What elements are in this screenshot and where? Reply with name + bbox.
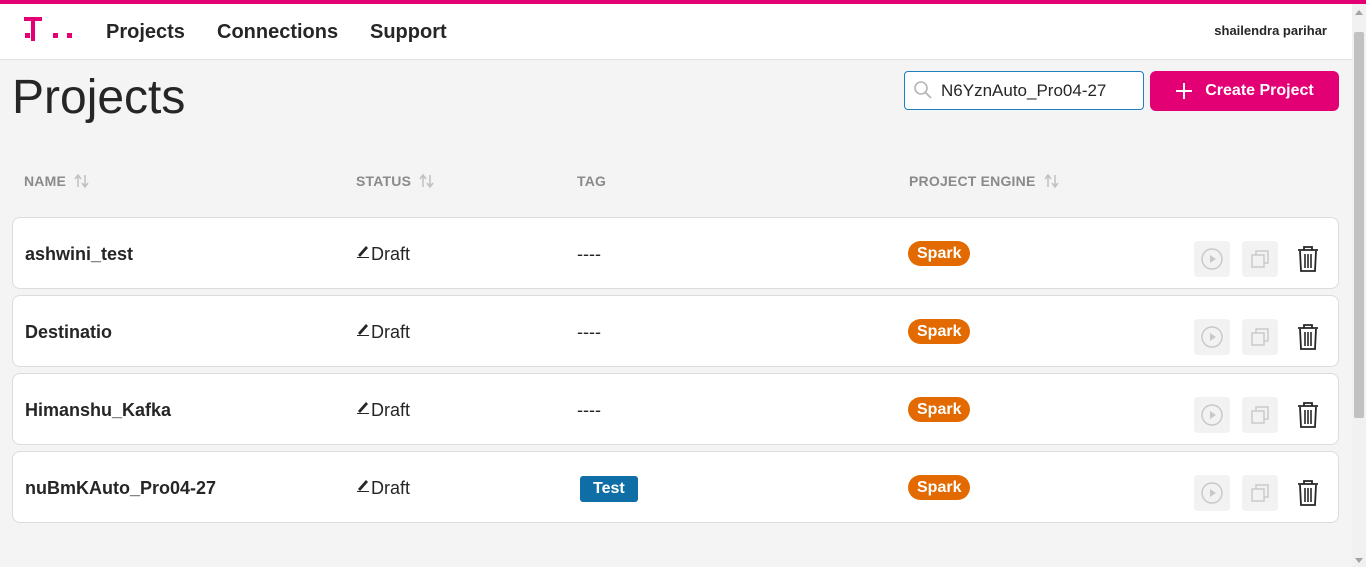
sort-icon[interactable]	[419, 174, 435, 188]
engine-badge: Spark	[908, 241, 971, 266]
scroll-down-arrow[interactable]	[1355, 558, 1363, 563]
search-icon	[914, 81, 932, 99]
copy-icon	[1251, 250, 1269, 268]
page-title: Projects	[12, 71, 186, 124]
pencil-icon	[357, 480, 369, 492]
project-row[interactable]: Himanshu_Kafka Draft ---- Spark	[12, 373, 1339, 445]
column-header-tag: TAG	[577, 173, 607, 189]
project-status: Draft	[356, 478, 410, 499]
column-header-project-engine[interactable]: PROJECT ENGINE	[909, 173, 1060, 189]
trash-icon[interactable]	[1296, 245, 1320, 273]
project-name[interactable]: Destinatio	[25, 322, 112, 343]
play-icon	[1201, 404, 1223, 426]
copy-icon	[1251, 484, 1269, 502]
project-row[interactable]: Destinatio Draft ---- Spark	[12, 295, 1339, 367]
project-row[interactable]: ashwini_test Draft ---- Spark	[12, 217, 1339, 289]
copy-button[interactable]	[1242, 319, 1278, 355]
user-name[interactable]: shailendra parihar	[1214, 23, 1327, 38]
engine-badge: Spark	[908, 397, 971, 422]
copy-button[interactable]	[1242, 241, 1278, 277]
copy-icon	[1251, 328, 1269, 346]
trash-icon[interactable]	[1296, 401, 1320, 429]
play-icon	[1201, 248, 1223, 270]
pencil-icon	[357, 402, 369, 414]
pencil-icon	[357, 246, 369, 258]
telekom-logo[interactable]	[22, 16, 76, 46]
trash-icon[interactable]	[1296, 323, 1320, 351]
vertical-scrollbar[interactable]	[1352, 4, 1366, 567]
play-icon	[1201, 482, 1223, 504]
search-input[interactable]	[941, 72, 1139, 109]
project-status: Draft	[356, 244, 410, 265]
pencil-icon	[357, 324, 369, 336]
column-header-name[interactable]: NAME	[24, 173, 90, 189]
project-name[interactable]: ashwini_test	[25, 244, 133, 265]
run-button[interactable]	[1194, 397, 1230, 433]
trash-icon[interactable]	[1296, 479, 1320, 507]
sort-icon[interactable]	[74, 174, 90, 188]
project-status: Draft	[356, 400, 410, 421]
create-project-button[interactable]: Create Project	[1150, 71, 1339, 111]
scroll-thumb[interactable]	[1354, 32, 1364, 418]
play-icon	[1201, 326, 1223, 348]
tag-badge: Test	[580, 476, 638, 502]
run-button[interactable]	[1194, 241, 1230, 277]
nav-projects[interactable]: Projects	[106, 21, 185, 44]
project-tag: ----	[577, 400, 601, 420]
create-project-label: Create Project	[1205, 82, 1314, 99]
project-tag: ----	[577, 244, 601, 264]
nav-support[interactable]: Support	[370, 21, 447, 44]
engine-badge: Spark	[908, 319, 971, 344]
top-navbar: Projects Connections Support shailendra …	[0, 4, 1352, 60]
run-button[interactable]	[1194, 319, 1230, 355]
project-tag: ----	[577, 322, 601, 342]
column-header-status[interactable]: STATUS	[356, 173, 435, 189]
copy-button[interactable]	[1242, 475, 1278, 511]
sort-icon[interactable]	[1043, 174, 1060, 188]
copy-icon	[1251, 406, 1269, 424]
project-row[interactable]: nuBmKAuto_Pro04-27 Draft Test Spark	[12, 451, 1339, 523]
engine-badge: Spark	[908, 475, 971, 500]
run-button[interactable]	[1194, 475, 1230, 511]
scroll-up-arrow[interactable]	[1355, 10, 1363, 15]
project-name[interactable]: nuBmKAuto_Pro04-27	[25, 478, 216, 499]
copy-button[interactable]	[1242, 397, 1278, 433]
project-name[interactable]: Himanshu_Kafka	[25, 400, 171, 421]
nav-connections[interactable]: Connections	[217, 21, 338, 44]
plus-icon	[1176, 83, 1193, 99]
search-field[interactable]	[904, 71, 1144, 110]
project-status: Draft	[356, 322, 410, 343]
